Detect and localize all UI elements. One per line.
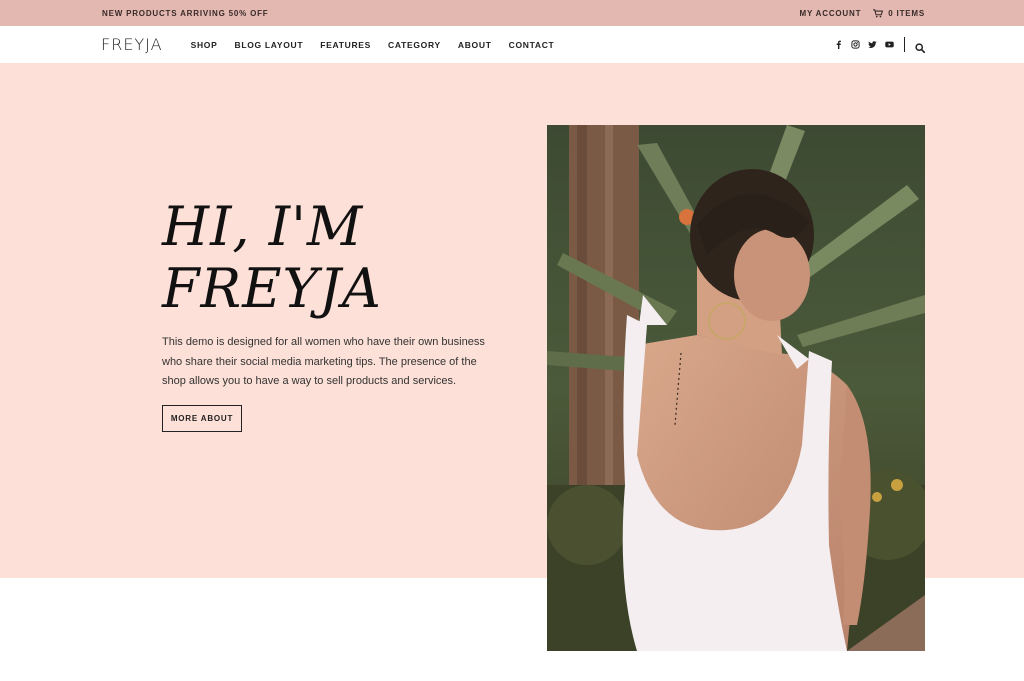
facebook-icon[interactable] bbox=[833, 40, 843, 50]
nav-item-about[interactable]: ABOUT bbox=[458, 40, 492, 50]
nav-item-category[interactable]: CATEGORY bbox=[388, 40, 441, 50]
my-account-link[interactable]: MY ACCOUNT bbox=[800, 9, 862, 18]
site-logo[interactable]: FREYJA bbox=[101, 35, 163, 54]
cart-icon bbox=[873, 8, 884, 17]
nav-divider bbox=[904, 37, 905, 52]
nav-menu: SHOP BLOG LAYOUT FEATURES CATEGORY ABOUT… bbox=[191, 40, 555, 50]
promo-text: NEW PRODUCTS ARRIVING 50% OFF bbox=[102, 8, 269, 18]
cart-count: 0 ITEMS bbox=[888, 8, 925, 18]
hero-photo bbox=[547, 125, 925, 651]
more-about-button[interactable]: MORE ABOUT bbox=[162, 405, 242, 432]
nav-item-shop[interactable]: SHOP bbox=[191, 40, 218, 50]
youtube-icon[interactable] bbox=[884, 40, 894, 50]
hero-title-line-2: FREYJA bbox=[162, 257, 382, 320]
social-links bbox=[833, 40, 894, 50]
twitter-icon[interactable] bbox=[867, 40, 877, 50]
hero-title-line-1: HI, I'M bbox=[162, 195, 364, 258]
main-navigation: FREYJA SHOP BLOG LAYOUT FEATURES CATEGOR… bbox=[0, 26, 1024, 63]
nav-item-features[interactable]: FEATURES bbox=[320, 40, 371, 50]
cart-link[interactable]: 0 ITEMS bbox=[873, 9, 925, 18]
topbar-right: MY ACCOUNT 0 ITEMS bbox=[800, 9, 926, 18]
top-announcement-bar: NEW PRODUCTS ARRIVING 50% OFF MY ACCOUNT… bbox=[0, 0, 1024, 26]
hero-title: HI, I'M FREYJA bbox=[162, 196, 492, 320]
search-icon[interactable] bbox=[915, 40, 926, 53]
nav-item-blog-layout[interactable]: BLOG LAYOUT bbox=[234, 40, 303, 50]
hero-description: This demo is designed for all women who … bbox=[162, 336, 485, 387]
nav-item-contact[interactable]: CONTACT bbox=[509, 40, 555, 50]
instagram-icon[interactable] bbox=[850, 40, 860, 50]
